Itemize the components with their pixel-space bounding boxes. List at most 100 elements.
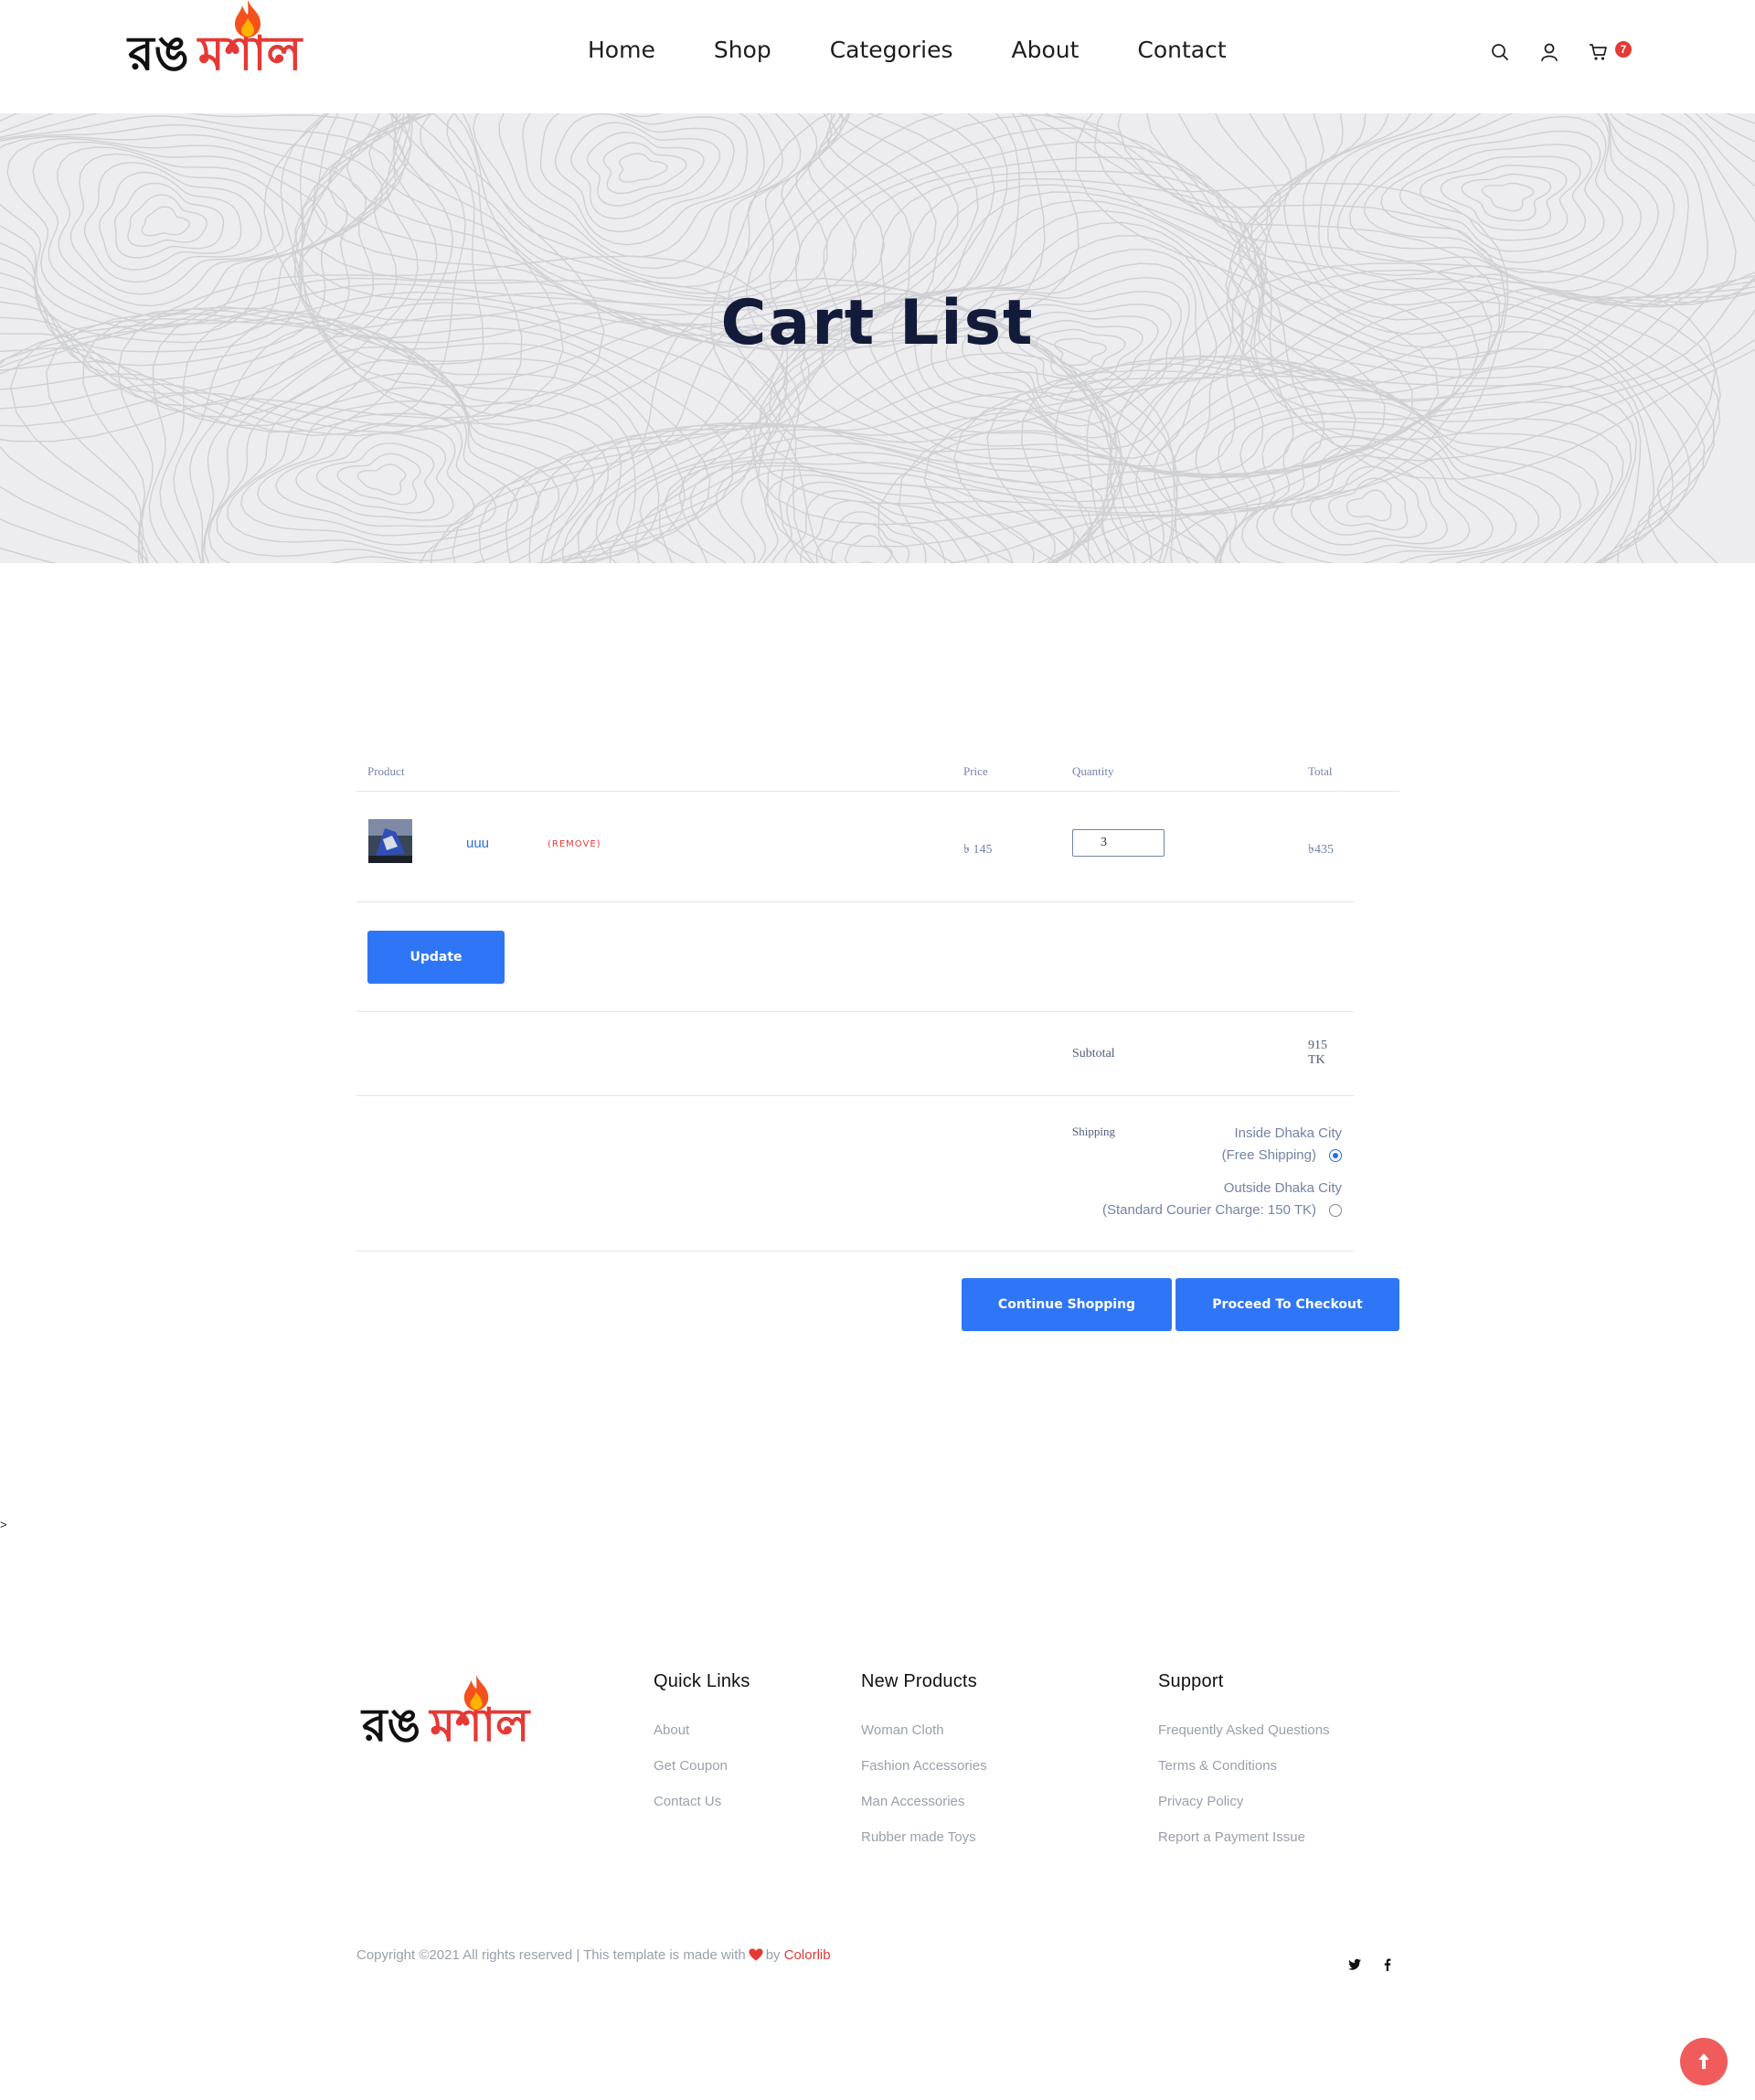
cart-icon[interactable] — [1589, 42, 1609, 62]
header-icons — [1490, 42, 1636, 69]
col-header-product: Product — [367, 764, 405, 778]
footer-link-terms[interactable]: Terms & Conditions — [1158, 1748, 1330, 1784]
col-header-quantity: Quantity — [1072, 764, 1114, 778]
divider — [356, 1095, 1354, 1096]
contour-line — [800, 499, 946, 563]
search-icon[interactable] — [1490, 42, 1510, 62]
contour-line — [420, 113, 833, 294]
page-title: Cart List — [720, 287, 1035, 359]
footer-link-about[interactable]: About — [654, 1712, 750, 1748]
contour-line — [1363, 115, 1624, 274]
contour-line — [845, 535, 893, 563]
contour-line — [1309, 465, 1428, 538]
shipping-option-note: (Free Shipping) — [1221, 1147, 1316, 1163]
remove-item-link[interactable]: (REMOVE) — [548, 839, 601, 849]
footer-new-products: New Products Woman Cloth Fashion Accesso… — [861, 1671, 987, 1855]
back-to-top-button[interactable] — [1680, 2038, 1728, 2085]
footer-logo[interactable]: রঙ মশাল — [362, 1675, 529, 1767]
continue-shopping-button[interactable]: Continue Shopping — [962, 1278, 1172, 1331]
contour-line — [1228, 421, 1540, 563]
footer-support: Support Frequently Asked Questions Terms… — [1158, 1671, 1330, 1855]
contour-line — [446, 113, 818, 288]
footer-link-coupon[interactable]: Get Coupon — [654, 1748, 750, 1784]
col-header-price: Price — [963, 764, 988, 778]
footer-link-man-accessories[interactable]: Man Accessories — [861, 1784, 987, 1819]
shipping-label: Shipping — [1072, 1125, 1115, 1138]
shipping-option-note: (Standard Courier Charge: 150 TK) — [1101, 1202, 1316, 1218]
nav-shop[interactable]: Shop — [714, 37, 771, 63]
footer-link-payment-issue[interactable]: Report a Payment Issue — [1158, 1819, 1330, 1855]
footer-quick-links: Quick Links About Get Coupon Contact Us — [654, 1671, 750, 1819]
footer-heading: New Products — [861, 1671, 977, 1691]
quantity-input[interactable] — [1072, 829, 1165, 857]
contour-line — [57, 146, 306, 307]
heart-icon — [749, 1948, 763, 1961]
facebook-icon[interactable] — [1380, 1957, 1395, 1972]
item-total: ৳435 — [1308, 843, 1334, 857]
footer-link-fashion-accessories[interactable]: Fashion Accessories — [861, 1748, 987, 1784]
nav-home[interactable]: Home — [588, 37, 655, 63]
logo-word-1: রঙ — [128, 27, 189, 81]
contour-line — [1117, 113, 1755, 442]
contour-line — [602, 142, 687, 195]
contour-line — [113, 182, 225, 259]
subtotal-value: 915 TK — [1308, 1039, 1327, 1067]
product-image — [368, 819, 412, 863]
contour-line — [1241, 428, 1517, 563]
contour-line — [1346, 489, 1392, 522]
shipping-radio-outside[interactable] — [1329, 1204, 1342, 1217]
divider — [356, 901, 1354, 902]
nav-contact[interactable]: Contact — [1137, 37, 1226, 63]
divider — [356, 1251, 1354, 1252]
contour-line — [141, 206, 190, 237]
subtotal-label: Subtotal — [1072, 1047, 1115, 1061]
logo-word-2: মশাল — [430, 1675, 529, 1767]
contour-line — [0, 113, 411, 408]
site-logo[interactable]: রঙ মশাল — [128, 0, 302, 96]
contour-line — [1146, 113, 1755, 421]
nav-about[interactable]: About — [1011, 37, 1079, 63]
contour-line — [356, 464, 407, 496]
shipping-option-inside[interactable]: Inside Dhaka City (Free Shipping) — [1222, 1123, 1342, 1167]
shipping-radio-inside[interactable] — [1329, 1149, 1342, 1162]
flame-icon — [463, 1675, 489, 1711]
arrow-up-icon — [1698, 2053, 1709, 2069]
product-thumbnail[interactable] — [368, 819, 412, 863]
cart-count-badge: 7 — [1615, 41, 1632, 58]
col-header-total: Total — [1308, 764, 1333, 778]
divider — [356, 791, 1399, 792]
product-name-link[interactable]: uuu — [466, 836, 489, 851]
item-price: ৳ 145 — [963, 843, 993, 857]
update-cart-button[interactable]: Update — [367, 931, 505, 984]
footer-link-rubber-toys[interactable]: Rubber made Toys — [861, 1819, 987, 1855]
copyright-text: Copyright ©2021 All rights reserved | Th… — [356, 1947, 831, 1963]
main-nav: Home Shop Categories About Contact — [588, 37, 1227, 63]
page-banner: Cart List — [0, 113, 1755, 563]
stray-text: > — [0, 1518, 7, 1531]
twitter-icon[interactable] — [1347, 1957, 1362, 1972]
flame-icon — [234, 0, 261, 37]
logo-word-1: রঙ — [362, 1699, 421, 1752]
contour-line — [569, 122, 721, 219]
contour-line — [127, 194, 207, 248]
contour-line — [618, 153, 668, 183]
user-icon[interactable] — [1539, 42, 1559, 62]
contour-line — [1481, 182, 1535, 212]
contour-line — [336, 453, 421, 506]
footer-link-woman-cloth[interactable]: Woman Cloth — [861, 1712, 987, 1748]
divider — [356, 1011, 1354, 1012]
footer-link-faq[interactable]: Frequently Asked Questions — [1158, 1712, 1330, 1748]
shipping-option-outside[interactable]: Outside Dhaka City (Standard Courier Cha… — [1102, 1178, 1342, 1221]
logo-word-2: মশাল — [198, 0, 302, 96]
contour-line — [69, 153, 284, 295]
proceed-checkout-button[interactable]: Proceed To Checkout — [1175, 1278, 1399, 1331]
shipping-option-title: Outside Dhaka City — [1223, 1180, 1342, 1196]
footer-link-privacy[interactable]: Privacy Policy — [1158, 1784, 1330, 1819]
colorlib-link[interactable]: Colorlib — [784, 1947, 831, 1963]
nav-categories[interactable]: Categories — [830, 37, 953, 63]
footer-link-contact[interactable]: Contact Us — [654, 1784, 750, 1819]
contour-line — [1380, 130, 1605, 263]
shipping-option-title: Inside Dhaka City — [1234, 1125, 1342, 1141]
footer-heading: Quick Links — [654, 1671, 750, 1691]
footer-heading: Support — [1158, 1671, 1224, 1691]
